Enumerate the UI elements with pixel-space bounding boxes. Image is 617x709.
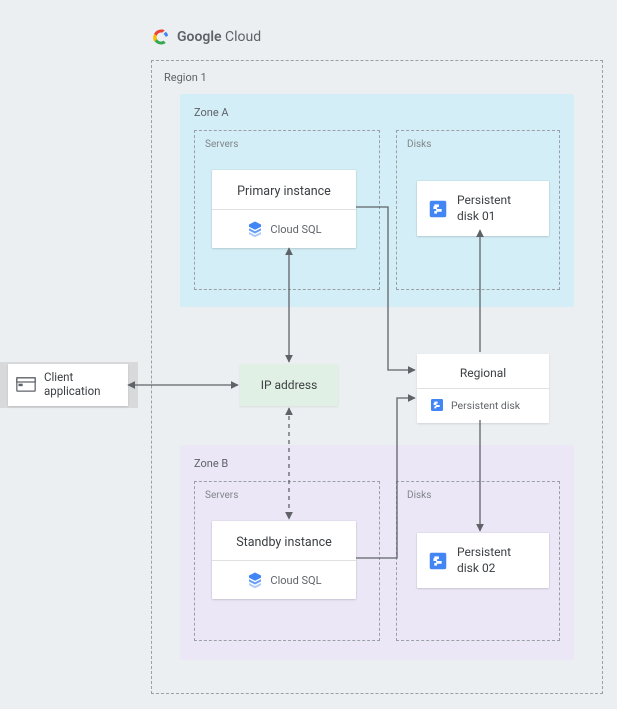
google-cloud-logo-icon <box>152 28 170 46</box>
pd02-line2: disk 02 <box>457 561 511 577</box>
ip-address-label: IP address <box>261 378 318 392</box>
pd02-line1: Persistent <box>457 545 511 561</box>
client-application-card: Client application <box>8 364 128 406</box>
persistent-disk-icon <box>427 198 449 220</box>
persistent-disk-icon <box>429 397 445 413</box>
standby-instance-sub: Cloud SQL <box>270 574 321 587</box>
application-icon <box>16 377 36 393</box>
primary-instance-card: Primary instance Cloud SQL <box>212 170 356 248</box>
persistent-disk-01-card: Persistent disk 01 <box>417 181 549 236</box>
brand-bold: Google <box>177 29 222 45</box>
primary-instance-sub: Cloud SQL <box>270 223 321 236</box>
pd01-line2: disk 01 <box>457 209 511 225</box>
brand-light: Cloud <box>225 29 261 45</box>
persistent-disk-02-card: Persistent disk 02 <box>417 533 549 588</box>
regional-title: Regional <box>429 366 537 380</box>
zone-a-servers-label: Servers <box>205 139 238 150</box>
regional-sub: Persistent disk <box>451 399 520 412</box>
persistent-disk-icon <box>427 550 449 572</box>
zone-b-servers-label: Servers <box>205 490 238 501</box>
zone-a-label: Zone A <box>194 106 229 119</box>
regional-card: Regional Persistent disk <box>417 354 549 423</box>
ip-address-card: IP address <box>240 364 338 406</box>
standby-instance-card: Standby instance Cloud SQL <box>212 521 356 599</box>
cloud-sql-icon <box>246 571 264 589</box>
google-cloud-header: Google Cloud <box>152 28 261 46</box>
standby-instance-title: Standby instance <box>226 535 342 550</box>
zone-b-disks-label: Disks <box>407 490 431 501</box>
client-line1: Client <box>44 371 101 385</box>
region-label: Region 1 <box>164 71 207 84</box>
zone-a-disks-label: Disks <box>407 139 431 150</box>
primary-instance-title: Primary instance <box>226 184 342 199</box>
client-line2: application <box>44 385 101 399</box>
zone-b-label: Zone B <box>194 457 228 470</box>
cloud-sql-icon <box>246 220 264 238</box>
pd01-line1: Persistent <box>457 193 511 209</box>
